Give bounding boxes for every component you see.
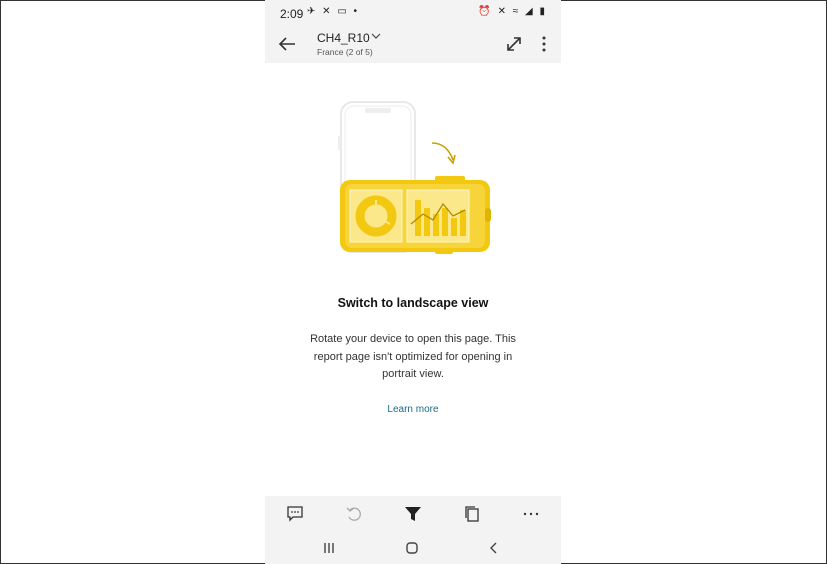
app-bar: CH4_R10 France (2 of 5) <box>265 26 561 63</box>
comment-icon[interactable] <box>285 504 305 524</box>
pages-icon[interactable] <box>462 504 482 524</box>
phone-screen: 2:09 ✈ ✕ ▭ • ⏰ ✕ ≈ ◢ ▮ CH4_R10 France (2… <box>265 0 561 564</box>
back-icon[interactable] <box>486 540 502 556</box>
chevron-down-icon[interactable] <box>370 30 382 42</box>
more-horizontal-icon[interactable] <box>521 504 541 524</box>
home-icon[interactable] <box>404 540 420 556</box>
status-time: 2:09 <box>280 7 304 21</box>
rotate-device-illustration <box>338 101 491 254</box>
filter-icon[interactable] <box>403 504 423 524</box>
report-title[interactable]: CH4_R10 <box>317 31 370 45</box>
expand-icon[interactable] <box>503 33 525 55</box>
bottom-toolbar <box>265 496 561 531</box>
status-bar: 2:09 ✈ ✕ ▭ • ⏰ ✕ ≈ ◢ ▮ <box>265 0 561 26</box>
message-heading: Switch to landscape view <box>337 296 489 310</box>
undo-icon[interactable] <box>344 504 364 524</box>
page-subtitle: France (2 of 5) <box>317 47 373 57</box>
status-system-icons: ⏰ ✕ ≈ ◢ ▮ <box>478 6 547 17</box>
back-arrow-icon[interactable] <box>275 32 299 56</box>
status-notification-icons: ✈ ✕ ▭ • <box>307 6 360 17</box>
more-vertical-icon[interactable] <box>535 33 553 55</box>
recent-apps-icon[interactable] <box>321 540 337 556</box>
android-nav-bar <box>265 531 561 564</box>
message-body: Rotate your device to open this page. Th… <box>310 333 516 380</box>
learn-more-link[interactable]: Learn more <box>265 404 561 415</box>
